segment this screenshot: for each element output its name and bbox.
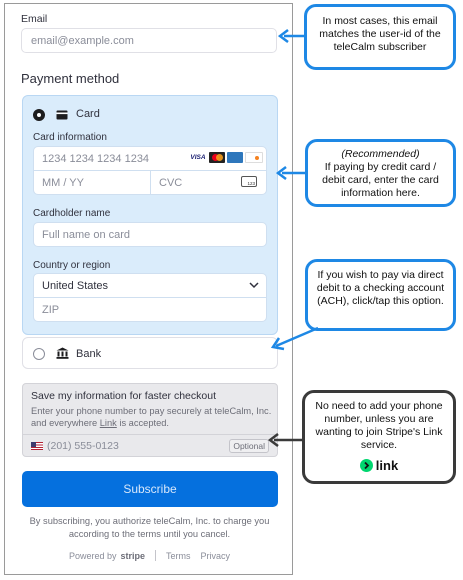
subscribe-disclaimer: By subscribing, you authorize teleCalm, … — [9, 515, 290, 540]
email-annotation-text: In most cases, this email matches the us… — [319, 15, 441, 54]
save-info-body-line1: Enter your phone number to pay securely … — [31, 406, 272, 416]
card-info-label: Card information — [33, 132, 107, 143]
link-arrow-logo-icon — [359, 459, 373, 473]
link-logo: link — [311, 458, 447, 474]
expiry-placeholder: MM / YY — [42, 177, 84, 189]
card-annotation-title: (Recommended) — [341, 148, 420, 160]
bank-radio[interactable] — [33, 348, 45, 360]
cardholder-input[interactable]: Full name on card — [33, 222, 267, 247]
phone-input[interactable]: (201) 555-0123 — [31, 440, 119, 452]
save-info-body-line2: and everywhere Link is accepted. — [31, 417, 277, 429]
zip-placeholder: ZIP — [42, 304, 60, 316]
bank-option[interactable]: Bank — [22, 337, 278, 369]
save-info-body-suffix: is accepted. — [116, 418, 169, 429]
chevron-down-icon — [249, 282, 259, 289]
visa-icon: VISA — [190, 154, 206, 161]
save-info-title: Save my information for faster checkout — [31, 390, 216, 402]
country-value: United States — [42, 280, 109, 292]
card-annotation: (Recommended) If paying by credit card /… — [305, 139, 456, 207]
save-info-body-prefix: and everywhere — [31, 418, 100, 429]
discover-icon — [245, 152, 263, 163]
powered-by-text: Powered by — [68, 550, 117, 561]
zip-input[interactable]: ZIP — [33, 297, 267, 322]
bank-arrow-icon — [270, 326, 319, 351]
country-label: Country or region — [33, 260, 111, 271]
disclaimer-line-2: according to the terms until you cancel. — [68, 528, 231, 539]
save-info-divider — [23, 434, 277, 435]
cardholder-placeholder: Full name on card — [42, 229, 131, 241]
card-arrow-icon — [276, 166, 307, 180]
email-arrow-icon — [278, 29, 305, 43]
footer-divider — [155, 550, 157, 561]
link-info-link[interactable]: Link — [100, 418, 117, 428]
terms-link[interactable]: Terms — [166, 551, 191, 561]
stripe-logo[interactable]: stripe — [121, 551, 146, 561]
card-brand-logos: VISA — [189, 152, 263, 163]
card-option-panel[interactable]: Card Card information 1234 1234 1234 123… — [22, 95, 278, 335]
expiry-input[interactable]: MM / YY — [33, 170, 151, 195]
email-label: Email — [21, 13, 48, 25]
cardholder-label: Cardholder name — [33, 208, 111, 219]
bank-annotation-text: If you wish to pay via direct debit to a… — [316, 269, 445, 308]
cvc-card-icon: 123 — [241, 176, 257, 187]
save-info-body: Enter your phone number to pay securely … — [31, 405, 277, 429]
checkout-page: Email email@example.com Payment method C… — [4, 3, 293, 575]
payment-method-title: Payment method — [21, 71, 120, 86]
cvc-icon-digits: 123 — [247, 181, 255, 186]
amex-icon — [227, 152, 243, 163]
bank-option-label: Bank — [76, 348, 102, 360]
link-logo-text: link — [375, 457, 399, 473]
us-flag-icon — [31, 442, 43, 450]
card-radio[interactable] — [33, 109, 45, 121]
subscribe-button[interactable]: Subscribe — [22, 471, 278, 507]
email-input[interactable]: email@example.com — [21, 28, 277, 53]
disclaimer-line-1: By subscribing, you authorize teleCalm, … — [29, 516, 270, 526]
link-arrow-icon — [268, 433, 303, 447]
footer: Powered by stripe Terms Privacy — [5, 550, 294, 561]
country-select[interactable]: United States — [33, 273, 267, 298]
bank-annotation: If you wish to pay via direct debit to a… — [305, 259, 456, 331]
card-option-label: Card — [76, 108, 100, 120]
card-annotation-body: If paying by credit card / debit card, e… — [322, 161, 439, 200]
link-annotation-text: No need to add your phone number, unless… — [315, 400, 443, 452]
card-icon — [56, 110, 68, 120]
email-annotation: In most cases, this email matches the us… — [304, 4, 456, 70]
card-number-placeholder: 1234 1234 1234 1234 — [42, 153, 150, 165]
phone-placeholder: (201) 555-0123 — [47, 440, 119, 452]
link-annotation: No need to add your phone number, unless… — [302, 390, 456, 484]
link-save-info-box: Save my information for faster checkout … — [22, 383, 278, 457]
privacy-link[interactable]: Privacy — [201, 551, 231, 561]
bank-icon — [56, 347, 69, 359]
mastercard-icon — [209, 152, 225, 163]
optional-badge: Optional — [229, 439, 269, 453]
cvc-placeholder: CVC — [159, 177, 183, 189]
